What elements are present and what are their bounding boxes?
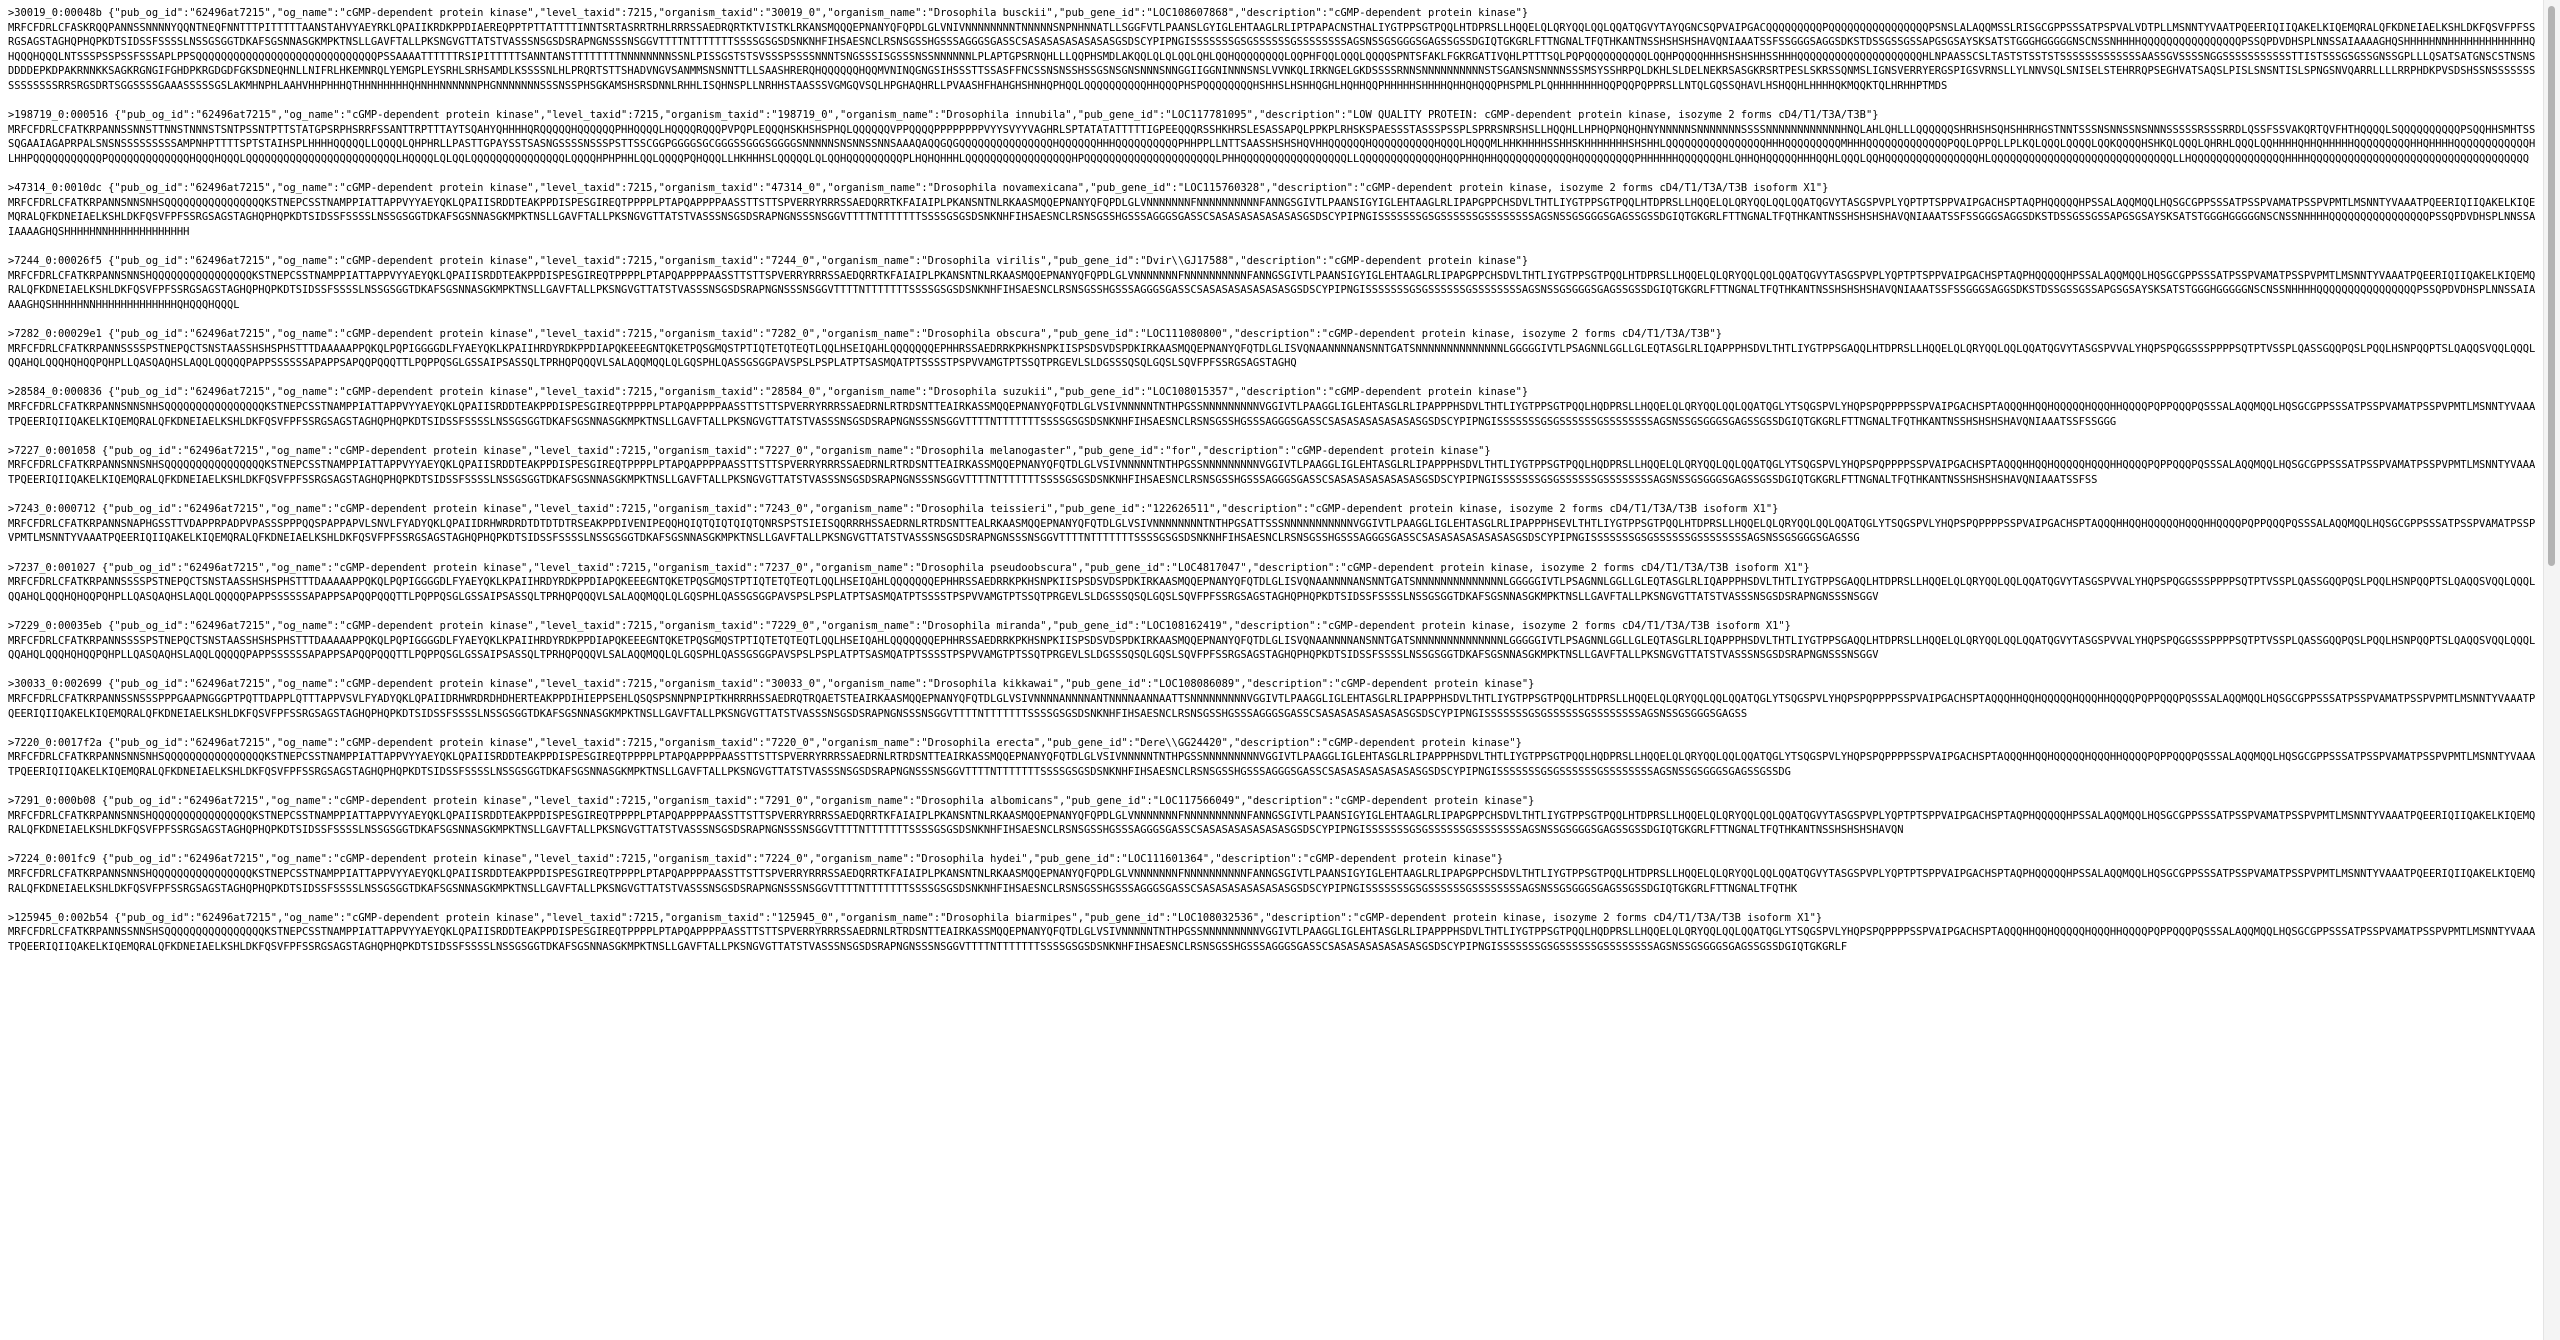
- protein-sequence: MRFCFDRLCFATKRPANNSNNSNHSQQQQQQQQQQQQQQQ…: [8, 196, 2536, 238]
- fasta-record: >125945_0:002b54 {"pub_og_id":"62496at72…: [8, 911, 2536, 955]
- protein-sequence: MRFCFDRLCFATKRPANNSNNSHQQQQQQQQQQQQQQQQK…: [8, 868, 2536, 895]
- fasta-record: >7291_0:000b08 {"pub_og_id":"62496at7215…: [8, 794, 2536, 838]
- fasta-header-line: >7220_0:0017f2a {"pub_og_id":"62496at721…: [8, 736, 1522, 749]
- vertical-scrollbar[interactable]: [2543, 0, 2560, 1340]
- scrollbar-thumb[interactable]: [2548, 6, 2555, 566]
- fasta-record: >7243_0:000712 {"pub_og_id":"62496at7215…: [8, 502, 2536, 546]
- fasta-record: >7229_0:00035eb {"pub_og_id":"62496at721…: [8, 619, 2536, 663]
- fasta-header-line: >30019_0:00048b {"pub_og_id":"62496at721…: [8, 7, 1529, 19]
- protein-sequence: MRFCFDRLCFATKRPANNSSNNSHSQQQQQQQQQQQQQQQ…: [8, 926, 2536, 953]
- protein-sequence: MRFCFDRLCFATKRPANNSSSSPSTNEPQCTSNSTAASSH…: [8, 576, 2536, 603]
- fasta-header-line: >7224_0:001fc9 {"pub_og_id":"62496at7215…: [8, 853, 1504, 866]
- protein-sequence: MRFCFDRLCFATKRPANNSNNSHQQQQQQQQQQQQQQQQK…: [8, 269, 2536, 311]
- fasta-record: >7224_0:001fc9 {"pub_og_id":"62496at7215…: [8, 852, 2536, 896]
- fasta-header-line: >28584_0:000836 {"pub_og_id":"62496at721…: [8, 386, 1529, 399]
- protein-sequence: MRFCFDRLCFATKRPANNSNNSNHSQQQQQQQQQQQQQQQ…: [8, 459, 2536, 486]
- fasta-record: >47314_0:0010dc {"pub_og_id":"62496at721…: [8, 181, 2536, 239]
- fasta-header-line: >47314_0:0010dc {"pub_og_id":"62496at721…: [8, 182, 1829, 195]
- fasta-record: >28584_0:000836 {"pub_og_id":"62496at721…: [8, 385, 2536, 429]
- fasta-record: >7282_0:00029e1 {"pub_og_id":"62496at721…: [8, 327, 2536, 371]
- fasta-header-line: >7229_0:00035eb {"pub_og_id":"62496at721…: [8, 619, 1791, 632]
- fasta-header-line: >30033_0:002699 {"pub_og_id":"62496at721…: [8, 678, 1535, 691]
- fasta-text-viewer[interactable]: >30019_0:00048b {"pub_og_id":"62496at721…: [0, 0, 2544, 1340]
- protein-sequence: MRFCFDRLCFATKRPANNSSNNSTTNNSTNNNSTSNTPSS…: [8, 123, 2536, 165]
- fasta-record: >7220_0:0017f2a {"pub_og_id":"62496at721…: [8, 736, 2536, 780]
- protein-sequence: MRFCFDRLCFATKRPANNSSSSPSTNEPQCTSNSTAASSH…: [8, 342, 2536, 370]
- fasta-header-line: >7244_0:00026f5 {"pub_og_id":"62496at721…: [8, 255, 1529, 268]
- fasta-header-line: >125945_0:002b54 {"pub_og_id":"62496at72…: [8, 911, 1823, 924]
- protein-sequence: MRFCFDRLCFATKRPANNSNNSHQQQQQQQQQQQQQQQQK…: [8, 809, 2536, 837]
- fasta-record: >7237_0:001027 {"pub_og_id":"62496at7215…: [8, 561, 2536, 605]
- fasta-record: >7244_0:00026f5 {"pub_og_id":"62496at721…: [8, 254, 2536, 312]
- protein-sequence: MRFCFDRLCFATKRPANNSNNSNHSQQQQQQQQQQQQQQQ…: [8, 751, 2536, 778]
- fasta-header-line: >7282_0:00029e1 {"pub_og_id":"62496at721…: [8, 328, 1723, 341]
- fasta-header-line: >7243_0:000712 {"pub_og_id":"62496at7215…: [8, 503, 1779, 516]
- fasta-record: >30033_0:002699 {"pub_og_id":"62496at721…: [8, 677, 2536, 721]
- fasta-header-line: >7237_0:001027 {"pub_og_id":"62496at7215…: [8, 561, 1810, 574]
- fasta-header-line: >198719_0:000516 {"pub_og_id":"62496at72…: [8, 109, 1879, 122]
- fasta-record: >7227_0:001058 {"pub_og_id":"62496at7215…: [8, 444, 2536, 488]
- protein-sequence: MRFCFDRLCFATKRPANNSSNSSSPPPGAAPNGGGPTPQT…: [8, 692, 2536, 720]
- fasta-header-line: >7227_0:001058 {"pub_og_id":"62496at7215…: [8, 444, 1491, 457]
- fasta-record: >198719_0:000516 {"pub_og_id":"62496at72…: [8, 108, 2536, 166]
- protein-sequence: MRFCFDRLCFASKRQQPANNSSNNNNYQQNTNEQFNNTTT…: [8, 21, 2536, 92]
- protein-sequence: MRFCFDRLCFATKRPANNSSSSPSTNEPQCTSNSTAASSH…: [8, 634, 2536, 662]
- protein-sequence: MRFCFDRLCFATKRPANNSNAPHGSSTTVDAPPRPADPVP…: [8, 517, 2536, 545]
- protein-sequence: MRFCFDRLCFATKRPANNSNNSNHSQQQQQQQQQQQQQQQ…: [8, 401, 2536, 428]
- fasta-record: >30019_0:00048b {"pub_og_id":"62496at721…: [8, 6, 2536, 94]
- fasta-header-line: >7291_0:000b08 {"pub_og_id":"62496at7215…: [8, 795, 1535, 808]
